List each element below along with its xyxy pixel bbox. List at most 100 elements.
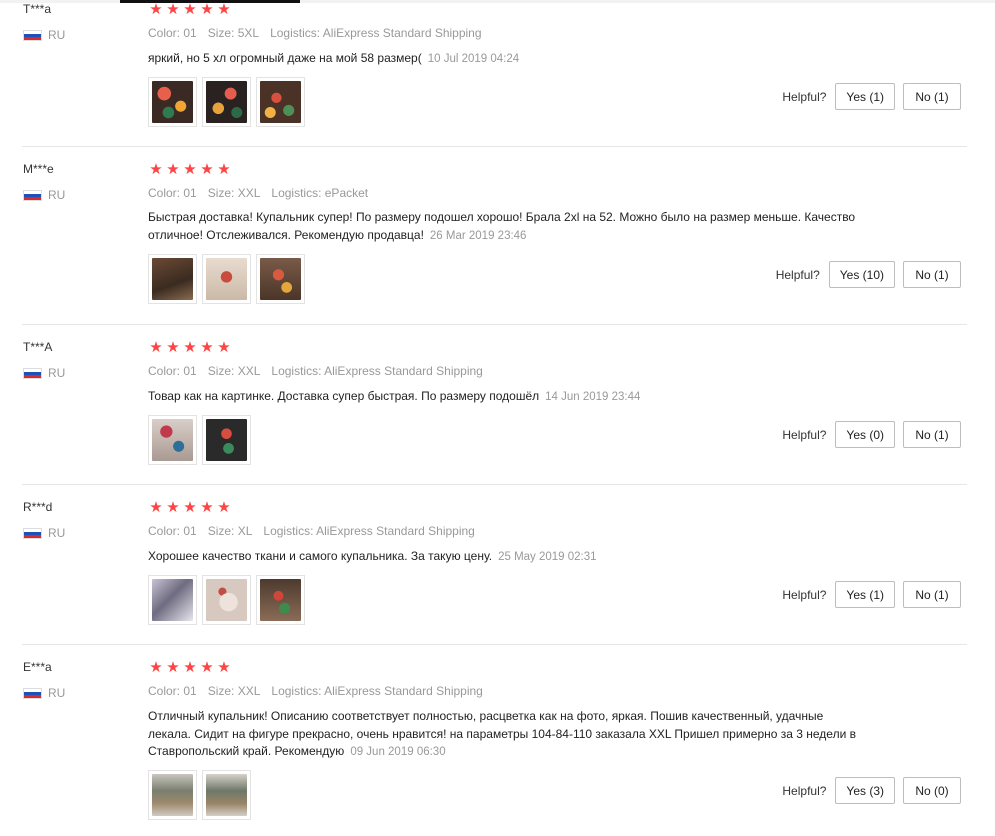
helpful-no-button[interactable]: No (1) <box>903 581 961 608</box>
logistics-info: Logistics: AliExpress Standard Shipping <box>271 364 483 378</box>
review-photos <box>148 575 305 625</box>
order-info: Color: 01 Size: XL Logistics: AliExpress S… <box>148 524 486 538</box>
helpful-vote: Helpful? Yes (0) No (1) <box>782 421 961 448</box>
review-body: Хорошее качество ткани и самого купальни… <box>148 549 493 563</box>
star-icon: ★ <box>166 339 180 356</box>
helpful-vote: Helpful? Yes (10) No (1) <box>776 261 961 288</box>
star-icon: ★ <box>200 339 214 356</box>
russia-flag-icon <box>23 29 42 41</box>
review-photo[interactable] <box>202 770 251 820</box>
star-rating: ★ ★ ★ ★ ★ <box>148 2 232 17</box>
helpful-yes-button[interactable]: Yes (0) <box>835 421 895 448</box>
helpful-no-button[interactable]: No (1) <box>903 421 961 448</box>
star-icon: ★ <box>183 499 197 516</box>
review-photo[interactable] <box>256 575 305 625</box>
helpful-label: Helpful? <box>782 427 827 442</box>
logistics-info: Logistics: AliExpress Standard Shipping <box>270 26 482 40</box>
review-photo[interactable] <box>148 254 197 304</box>
review-date: 25 May 2019 02:31 <box>498 551 597 563</box>
color-info: Color: 01 <box>148 26 197 40</box>
reviewer-name: T***a <box>23 2 52 16</box>
review-photo[interactable] <box>202 415 251 465</box>
star-icon: ★ <box>149 659 163 676</box>
review-text: Товар как на картинке. Доставка супер бы… <box>148 388 858 407</box>
helpful-label: Helpful? <box>782 89 827 104</box>
size-info: Size: XL <box>207 524 253 538</box>
helpful-yes-button[interactable]: Yes (10) <box>828 261 895 288</box>
color-info: Color: 01 <box>148 684 197 698</box>
review-photo[interactable] <box>148 575 197 625</box>
logistics-info: Logistics: AliExpress Standard Shipping <box>263 524 475 538</box>
russia-flag-icon <box>23 527 42 539</box>
star-icon: ★ <box>183 339 197 356</box>
reviewer-country: RU <box>23 526 65 540</box>
order-info: Color: 01 Size: XXL Logistics: ePacket <box>148 186 379 200</box>
reviewer-name: R***d <box>23 500 53 514</box>
size-info: Size: XXL <box>207 684 261 698</box>
review-text: Быстрая доставка! Купальник супер! По ра… <box>148 209 858 245</box>
country-code: RU <box>48 366 66 380</box>
reviewer-country: RU <box>23 686 65 700</box>
logistics-info: Logistics: ePacket <box>271 186 369 200</box>
review-item: M***e RU ★ ★ ★ ★ ★ Color: 01 Size: XXL Logisti… <box>0 147 995 325</box>
star-icon: ★ <box>183 1 197 18</box>
reviewer-name: E***a <box>23 660 52 674</box>
review-date: 26 Mar 2019 23:46 <box>429 229 527 242</box>
size-info: Size: XXL <box>207 186 261 200</box>
review-date: 10 Jul 2019 04:24 <box>427 53 520 65</box>
review-text: Хорошее качество ткани и самого купальни… <box>148 548 858 567</box>
star-icon: ★ <box>217 1 231 18</box>
review-photo[interactable] <box>256 77 305 127</box>
helpful-no-button[interactable]: No (0) <box>903 777 961 804</box>
color-info: Color: 01 <box>148 364 197 378</box>
reviewer-country: RU <box>23 188 65 202</box>
review-photos <box>148 77 305 127</box>
review-photos <box>148 415 251 465</box>
helpful-label: Helpful? <box>775 267 820 282</box>
review-photo[interactable] <box>148 77 197 127</box>
review-photo[interactable] <box>202 575 251 625</box>
reviewer-name: T***A <box>23 340 53 354</box>
helpful-yes-button[interactable]: Yes (1) <box>835 83 895 110</box>
star-icon: ★ <box>166 499 180 516</box>
star-rating: ★ ★ ★ ★ ★ <box>148 660 232 675</box>
review-body: Товар как на картинке. Доставка супер бы… <box>148 389 540 403</box>
country-code: RU <box>48 188 66 202</box>
review-item: T***A RU ★ ★ ★ ★ ★ Color: 01 Size: XXL Logisti… <box>0 325 995 485</box>
helpful-no-button[interactable]: No (1) <box>903 83 961 110</box>
color-info: Color: 01 <box>148 524 197 538</box>
star-icon: ★ <box>200 499 214 516</box>
review-photo[interactable] <box>256 254 305 304</box>
star-icon: ★ <box>149 161 163 178</box>
helpful-vote: Helpful? Yes (1) No (1) <box>782 581 961 608</box>
size-info: Size: 5XL <box>207 26 260 40</box>
review-date: 09 Jun 2019 06:30 <box>350 746 446 758</box>
star-icon: ★ <box>217 499 231 516</box>
review-body: Отличный купальник! Описанию соответству… <box>148 709 856 758</box>
reviewer-country: RU <box>23 28 65 42</box>
star-rating: ★ ★ ★ ★ ★ <box>148 500 232 515</box>
review-photo[interactable] <box>202 77 251 127</box>
review-photo[interactable] <box>148 415 197 465</box>
review-item: R***d RU ★ ★ ★ ★ ★ Color: 01 Size: XL Logistic… <box>0 485 995 645</box>
star-icon: ★ <box>149 1 163 18</box>
helpful-yes-button[interactable]: Yes (1) <box>835 581 895 608</box>
order-info: Color: 01 Size: XXL Logistics: AliExpress … <box>148 684 494 698</box>
reviewer-name: M***e <box>23 162 54 176</box>
star-rating: ★ ★ ★ ★ ★ <box>148 162 232 177</box>
review-photo[interactable] <box>202 254 251 304</box>
helpful-no-button[interactable]: No (1) <box>903 261 961 288</box>
star-icon: ★ <box>166 659 180 676</box>
star-icon: ★ <box>183 659 197 676</box>
star-icon: ★ <box>217 339 231 356</box>
star-icon: ★ <box>166 161 180 178</box>
star-icon: ★ <box>200 1 214 18</box>
star-icon: ★ <box>217 161 231 178</box>
review-photo[interactable] <box>148 770 197 820</box>
star-icon: ★ <box>200 161 214 178</box>
star-rating: ★ ★ ★ ★ ★ <box>148 340 232 355</box>
star-icon: ★ <box>183 161 197 178</box>
helpful-label: Helpful? <box>782 587 827 602</box>
helpful-vote: Helpful? Yes (3) No (0) <box>782 777 961 804</box>
helpful-yes-button[interactable]: Yes (3) <box>835 777 895 804</box>
